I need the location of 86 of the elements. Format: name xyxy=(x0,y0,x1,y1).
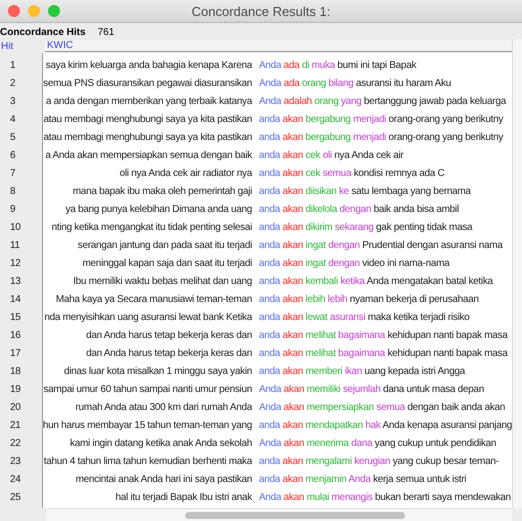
hit-number: 19 xyxy=(10,384,21,395)
kwic-context: anda akan dikelola dengan baik anda bisa ambil xyxy=(259,203,460,217)
kwic-context: Anda akan mempersiapkan semua dengan baik anda akan xyxy=(259,401,506,415)
kwic-context: anda akan cek semua kondisi remnya ada C xyxy=(259,167,446,181)
hit-number: 21 xyxy=(10,420,21,431)
window-title: Concordance Results 1: xyxy=(192,4,330,18)
left-context: dan Anda harus tetap bekerja keras dan xyxy=(85,347,252,361)
hit-number: 8 xyxy=(10,186,16,197)
kwic-context: Anda akan memiliki sejumlah dana untuk masa depan xyxy=(259,383,485,397)
kwic-context: anda akan bergabung menjadi orang-orang yang berikutny xyxy=(259,113,504,127)
hit-number: 11 xyxy=(10,240,20,251)
kwic-context: anda akan mendapatkan hak Anda kenapa asuransi panjang xyxy=(259,419,512,433)
minimize-button[interactable] xyxy=(28,5,40,17)
scroll-thumb[interactable] xyxy=(185,512,405,518)
hit-number: 6 xyxy=(10,150,16,161)
left-context: semua PNS diasuransikan pegawai diasuransikan xyxy=(42,77,252,91)
left-context: atau membagi menghubungi saya ya kita pastikan xyxy=(42,113,252,127)
kwic-context: Anda akan mulai menangis bukan berarti saya mendewakan xyxy=(259,491,512,505)
left-context: saya kirim keluarga anda bahagia kenapa Karena xyxy=(44,59,252,73)
left-context: meninggal kapan saja dan saat itu terjadi xyxy=(82,257,252,271)
left-context: serangan jantung dan pada saat itu terjadi xyxy=(76,239,252,253)
kwic-context: anda akan lewat asuransi maka ketika terjadi risiko xyxy=(259,311,470,325)
left-context: Ibu memiliki waktu bebas melihat dan uang xyxy=(72,275,252,289)
hit-number: 4 xyxy=(10,114,16,125)
hit-number: 22 xyxy=(10,438,21,449)
hit-number: 17 xyxy=(10,348,21,359)
hit-number: 9 xyxy=(10,204,16,215)
left-context: a Anda akan mempersiapkan semua dengan baik xyxy=(44,149,252,163)
hit-number: 10 xyxy=(10,222,21,233)
left-context: hun harus membayar 15 tahun teman-teman yang xyxy=(42,419,252,433)
kwic-context: anda akan kembali ketika Anda mengatakan batal ketika xyxy=(259,275,494,289)
kwic-context: anda akan diisikan ke satu lembaga yang bernama xyxy=(259,185,472,199)
kwic-context: anda akan dikirim sekarang gak penting tidak masa xyxy=(259,221,474,235)
kwic-context: anda akan melihat bagaimana kehidupan nanti bapak masa xyxy=(259,329,509,343)
left-context: kami ingin datang ketika anak Anda sekolah xyxy=(69,437,252,451)
left-context: sampai umur 60 tahun sampai nanti umur pensiun xyxy=(42,383,252,397)
left-context: Maha kaya ya Secara manusiawi teman-teman xyxy=(54,293,252,307)
zoom-button[interactable] xyxy=(48,5,60,17)
hit-number: 5 xyxy=(10,132,16,143)
kwic-context: anda akan bergabung menjadi orang-orang yang berikutny xyxy=(259,131,504,145)
hit-number: 25 xyxy=(10,492,21,503)
hit-number: 18 xyxy=(10,366,21,377)
hit-number: 24 xyxy=(10,474,21,485)
kwic-context: anda akan mengalami kerugian yang cukup besar teman- xyxy=(259,455,500,469)
hit-number: 14 xyxy=(10,294,21,305)
left-context: mana bapak ibu maka oleh pemerintah gaji xyxy=(72,185,252,199)
kwic-context: anda akan memberi ikan uang kepada istri Angga xyxy=(259,365,466,379)
hit-number: 13 xyxy=(10,276,21,287)
kwic-context: anda akan cek oli nya Anda cek air xyxy=(259,149,404,163)
left-context: oli nya Anda cek air radiator nya xyxy=(118,167,252,181)
left-context: a anda dengan memberikan yang terbaik katanya xyxy=(44,95,252,109)
left-context: mencintai anak Anda hari ini saya pastikan xyxy=(74,473,252,487)
hit-number: 7 xyxy=(10,168,16,179)
horizontal-scrollbar[interactable] xyxy=(46,508,512,521)
vertical-scrollbar[interactable] xyxy=(512,39,522,508)
left-context: rumah Anda atau 300 km dari rumah Anda xyxy=(74,401,252,415)
kwic-context: anda akan lebih lebih nyaman bekerja di perusahaan xyxy=(259,293,480,307)
left-context: hal itu terjadi Bapak Ibu istri anak xyxy=(114,491,252,505)
kwic-context: Anda ada di muka bumi ini tapi Bapak xyxy=(259,59,418,73)
hit-number: 12 xyxy=(10,258,21,269)
kwic-context: Anda akan menerima dana yang cukup untuk pendidikan xyxy=(259,437,498,451)
left-context: nda menyisihkan uang asuransi lewat bank Ketika xyxy=(43,311,252,325)
left-context: nting ketika mengangkat itu tidak penting selesai xyxy=(50,221,252,235)
hits-count: 761 xyxy=(98,26,114,38)
column-header[interactable]: KWIC xyxy=(45,40,512,52)
hit-number: 3 xyxy=(10,96,16,107)
kwic-context: Anda adalah orang yang bertanggung jawab pada keluarga xyxy=(259,95,508,109)
left-context: dinas luar kota misalkan 1 minggu saya yakin xyxy=(62,365,252,379)
hit-number: 15 xyxy=(10,312,21,323)
kwic-context: Anda ada orang bilang asuransi itu haram Aku xyxy=(259,77,452,91)
hits-label: Concordance Hits xyxy=(0,26,86,38)
kwic-context: anda akan melihat bagaimana kehidupan nanti bapak masa xyxy=(259,347,509,361)
hit-number: 2 xyxy=(10,78,16,89)
hit-number: 23 xyxy=(10,456,21,467)
kwic-context: anda akan menjamin Anda kerja semua untuk istri xyxy=(259,473,468,487)
hit-number: 20 xyxy=(10,402,21,413)
left-context: dan Anda harus tetap bekerja keras dan xyxy=(85,329,252,343)
left-context: tahun 4 tahun lima tahun kemudian berhenti maka xyxy=(42,455,252,469)
left-context: ya bang punya kelebihan Dimana anda uang xyxy=(64,203,252,217)
hit-number: 1 xyxy=(10,60,16,71)
kwic-context: anda akan ingat dengan video ini nama-nama xyxy=(259,257,451,271)
hit-number: 16 xyxy=(10,330,21,341)
left-context: atau membagi menghubungi saya ya kita pastikan xyxy=(42,131,252,145)
column-header[interactable]: Hit xyxy=(0,40,45,52)
kwic-context: anda akan ingat dengan Prudential dengan asuransi nama xyxy=(259,239,504,253)
close-button[interactable] xyxy=(8,5,20,17)
